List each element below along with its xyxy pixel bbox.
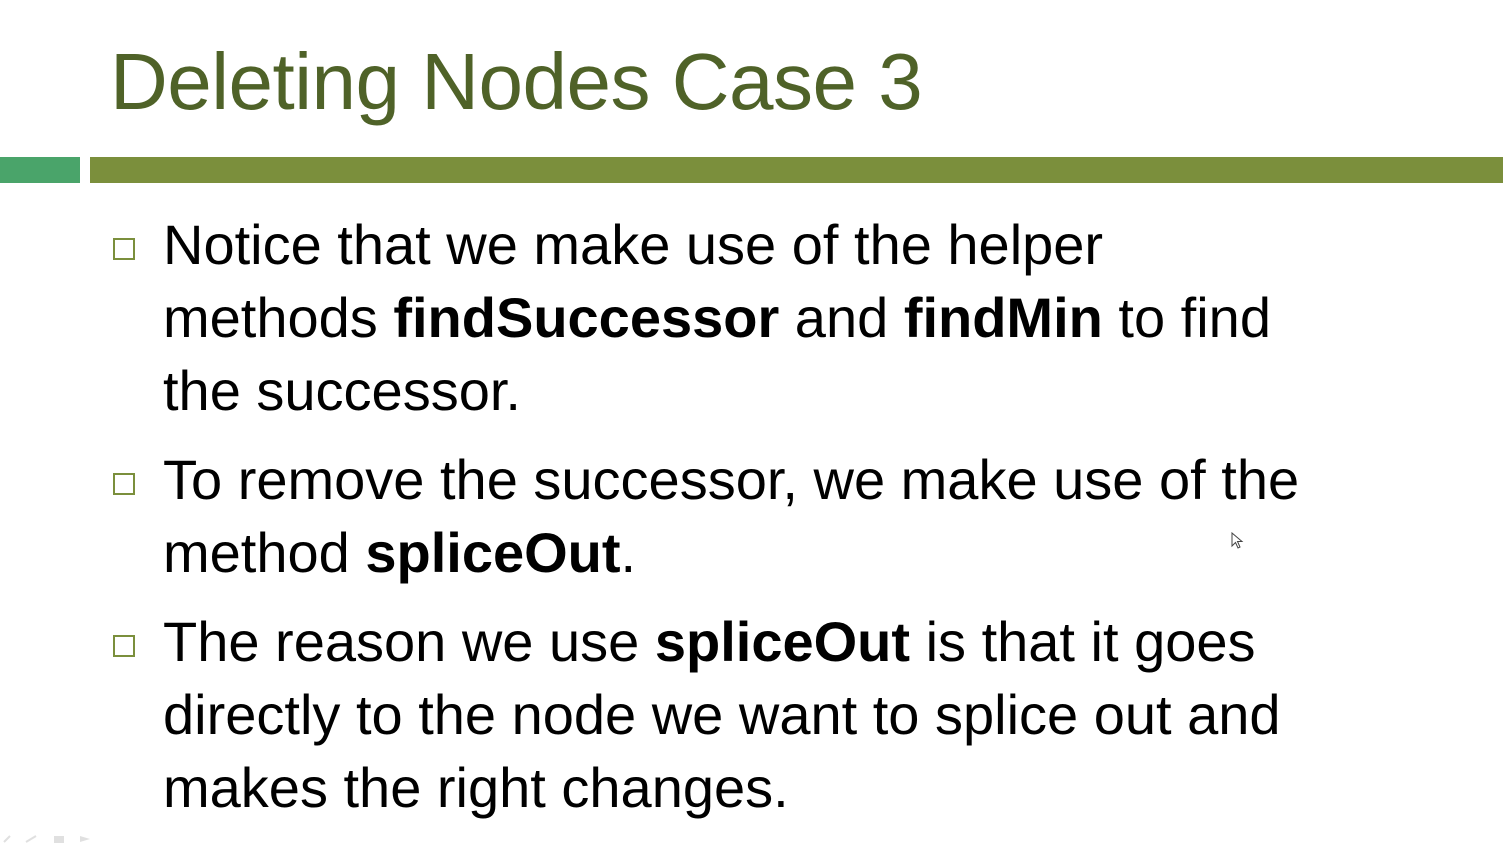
bullet-text: . (620, 521, 637, 584)
bullet-text: directly to the node we want to splice o… (163, 683, 1281, 746)
bullet-text: the successor. (163, 359, 521, 422)
bullet-text: to find (1102, 286, 1271, 349)
bullet-2-line-2: method spliceOut. (163, 516, 1440, 589)
bullet-text: methods (163, 286, 394, 349)
mouse-pointer-icon (1231, 532, 1244, 549)
bullet-3-line-1: The reason we use spliceOut is that it g… (163, 605, 1440, 678)
title-accent-bar-left (0, 157, 80, 183)
bullet-text: Notice that we make use of the helper (163, 213, 1104, 276)
bullet-2-line-1: To remove the successor, we make use of … (163, 443, 1440, 516)
bullet-bold-text: findMin (903, 286, 1103, 349)
bullet-text: method (163, 521, 366, 584)
slide-nav-controls[interactable] (0, 832, 110, 844)
slide-title: Deleting Nodes Case 3 (110, 37, 923, 126)
bullet-text: The reason we use (163, 610, 655, 673)
bullet-3-line-3: makes the right changes. (163, 751, 1440, 824)
bullet-item-1: Notice that we make use of the helper me… (110, 208, 1440, 427)
slide: Deleting Nodes Case 3 Notice that we mak… (0, 0, 1503, 844)
bullet-text: To remove the successor, we make use of … (163, 448, 1300, 511)
bullet-1-line-3: the successor. (163, 354, 1440, 427)
square-bullet-icon (113, 473, 135, 495)
title-accent-bar (90, 157, 1503, 183)
bullet-1-line-2: methods findSuccessor and findMin to fin… (163, 281, 1440, 354)
square-bullet-icon (113, 635, 135, 657)
square-bullet-icon (113, 238, 135, 260)
bullet-text: makes the right changes. (163, 756, 789, 819)
bullet-bold-text: findSuccessor (393, 286, 780, 349)
bullet-bold-text: spliceOut (654, 610, 911, 673)
bullet-list: Notice that we make use of the helper me… (110, 208, 1440, 824)
bullet-item-3: The reason we use spliceOut is that it g… (110, 605, 1440, 824)
bullet-text: is that it goes (910, 610, 1256, 673)
bullet-item-2: To remove the successor, we make use of … (110, 443, 1440, 589)
bullet-3-line-2: directly to the node we want to splice o… (163, 678, 1440, 751)
bullet-text: and (779, 286, 904, 349)
bullet-bold-text: spliceOut (365, 521, 621, 584)
bullet-1-line-1: Notice that we make use of the helper (163, 208, 1440, 281)
